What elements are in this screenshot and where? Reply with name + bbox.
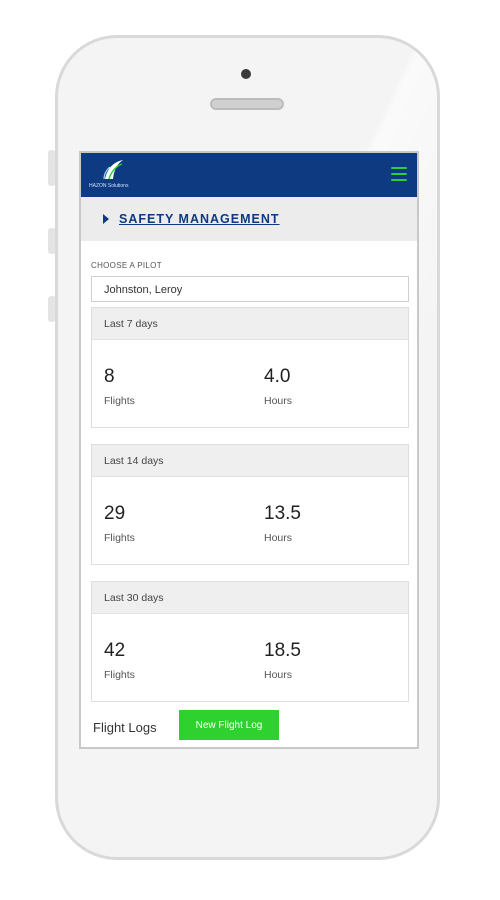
pilot-select[interactable]: Johnston, Leroy: [91, 276, 409, 302]
phone-camera: [241, 69, 251, 79]
main-content: CHOOSE A PILOT Johnston, Leroy Last 7 da…: [81, 241, 417, 747]
brand-logo[interactable]: HAZON Solutions: [89, 159, 139, 193]
flight-logs-row: Flight Logs New Flight Log: [91, 702, 409, 742]
stats-card-period: Last 14 days: [92, 445, 408, 477]
stats-card-period: Last 30 days: [92, 582, 408, 614]
phone-bottom-bezel: [80, 752, 420, 842]
hours-count: 18.5: [264, 640, 301, 661]
flights-label: Flights: [104, 669, 135, 681]
hours-stat: 18.5 Hours: [264, 640, 301, 681]
flights-stat: 42 Flights: [104, 640, 135, 681]
caret-right-icon: [103, 214, 109, 224]
flight-logs-title: Flight Logs: [93, 720, 157, 735]
flights-stat: 8 Flights: [104, 366, 135, 407]
stats-card-body: 8 Flights 4.0 Hours: [92, 340, 408, 427]
phone-screen: HAZON Solutions SAFETY MANAGEMENT CHOOSE…: [79, 151, 419, 749]
feather-logo-icon: [103, 160, 123, 180]
stats-card-30-days: Last 30 days 42 Flights 18.5 Hours: [91, 581, 409, 702]
stats-card-body: 29 Flights 13.5 Hours: [92, 477, 408, 564]
flights-label: Flights: [104, 395, 135, 407]
hours-label: Hours: [264, 395, 293, 407]
phone-speaker: [210, 98, 284, 110]
stats-card-body: 42 Flights 18.5 Hours: [92, 614, 408, 701]
section-title-link[interactable]: SAFETY MANAGEMENT: [119, 212, 280, 226]
hours-stat: 4.0 Hours: [264, 366, 292, 407]
hamburger-icon[interactable]: [391, 167, 407, 181]
flights-count: 8: [104, 366, 115, 387]
flights-label: Flights: [104, 532, 135, 544]
top-navbar: HAZON Solutions: [81, 153, 417, 197]
new-flight-log-button[interactable]: New Flight Log: [179, 710, 279, 740]
pilot-select-label: CHOOSE A PILOT: [91, 261, 162, 270]
flights-count: 42: [104, 640, 126, 661]
hours-stat: 13.5 Hours: [264, 503, 301, 544]
hours-count: 13.5: [264, 503, 301, 524]
hours-label: Hours: [264, 532, 293, 544]
brand-text: HAZON Solutions: [89, 183, 129, 189]
stats-card-period: Last 7 days: [92, 308, 408, 340]
hours-label: Hours: [264, 669, 293, 681]
flights-count: 29: [104, 503, 126, 524]
stats-card-14-days: Last 14 days 29 Flights 13.5 Hours: [91, 444, 409, 565]
hours-count: 4.0: [264, 366, 291, 387]
section-header: SAFETY MANAGEMENT: [81, 197, 417, 241]
stats-card-7-days: Last 7 days 8 Flights 4.0 Hours: [91, 307, 409, 428]
flights-stat: 29 Flights: [104, 503, 135, 544]
